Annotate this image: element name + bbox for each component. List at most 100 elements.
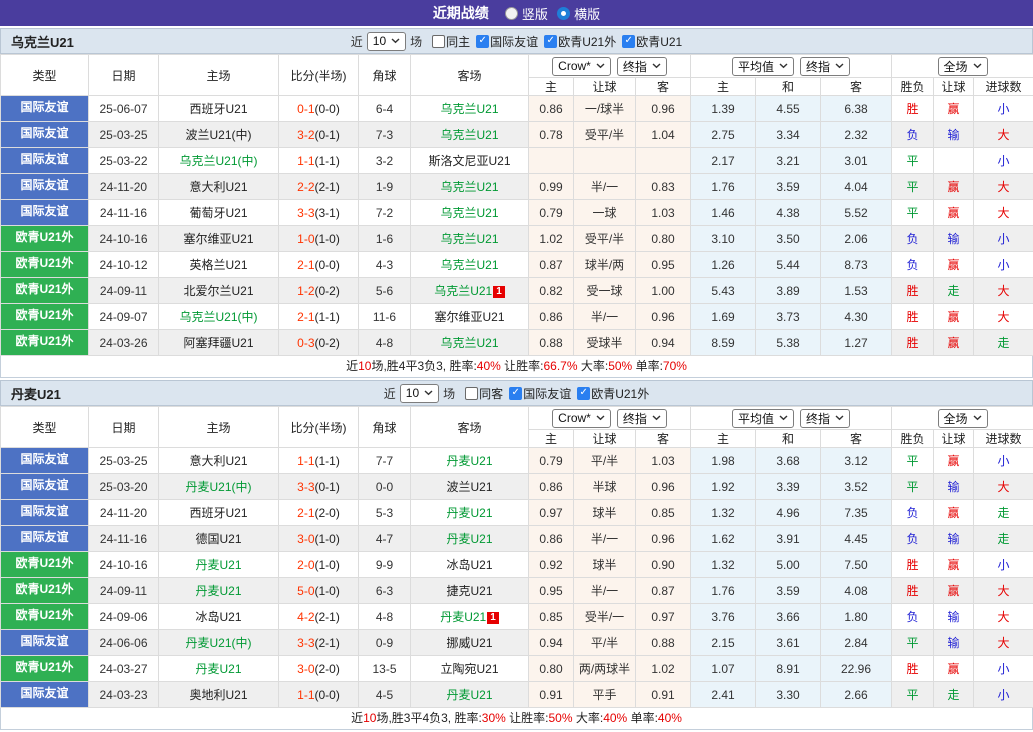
match-count-select[interactable]: 10 — [399, 383, 440, 403]
filter-checkbox[interactable]: 欧青U21外 — [577, 385, 649, 402]
away-team-link[interactable]: 丹麦U21 — [446, 688, 492, 702]
away-team-link[interactable]: 乌克兰U21 — [434, 284, 492, 298]
match-row: 欧青U21外 24-03-27 丹麦U21 3-0(2-0) 13-5 立陶宛U… — [0, 655, 1033, 682]
away-team-link[interactable]: 塞尔维亚U21 — [434, 310, 504, 324]
filter-checkbox[interactable]: 国际友谊 — [509, 385, 571, 402]
away-team-link[interactable]: 乌克兰U21 — [440, 232, 498, 246]
home-team-link[interactable]: 奥地利U21 — [189, 688, 247, 702]
home-team-link[interactable]: 意大利U21 — [189, 454, 247, 468]
bookmaker-select[interactable]: Crow* — [552, 56, 611, 76]
score-cell: 3-0(1-0) — [278, 525, 359, 552]
home-team-link[interactable]: 丹麦U21 — [195, 558, 241, 572]
filter-checkbox[interactable]: 国际友谊 — [476, 33, 538, 50]
odds-home: 0.97 — [528, 499, 574, 526]
home-team-link[interactable]: 阿塞拜疆U21 — [183, 336, 253, 350]
average-select[interactable]: 平均值 — [731, 408, 794, 428]
filter-checkbox[interactable]: 同客 — [465, 385, 503, 402]
home-team-link[interactable]: 英格兰U21 — [189, 258, 247, 272]
summary-segment: 大率: — [572, 711, 604, 725]
match-row: 国际友谊 24-11-20 西班牙U21 2-1(2-0) 5-3 丹麦U21 … — [0, 499, 1033, 526]
home-team-link[interactable]: 德国U21 — [195, 532, 241, 546]
match-type-badge: 欧青U21外 — [1, 656, 88, 681]
match-date: 24-11-20 — [88, 173, 159, 200]
subcol-result-goals: 进球数 — [973, 429, 1033, 448]
match-type-cell: 国际友谊 — [0, 499, 89, 526]
home-team-link[interactable]: 丹麦U21 — [195, 662, 241, 676]
full-score: 3-2 — [297, 127, 315, 142]
away-team-link[interactable]: 冰岛U21 — [446, 558, 492, 572]
final-index-select[interactable]: 终指 — [616, 408, 667, 428]
home-team-cell: 乌克兰U21(中) — [158, 303, 279, 330]
away-team-link[interactable]: 乌克兰U21 — [440, 336, 498, 350]
result-outcome: 负 — [891, 603, 935, 630]
summary-segment: 单率: — [632, 359, 663, 373]
home-team-link[interactable]: 波兰U21(中) — [185, 128, 251, 142]
away-team-link[interactable]: 乌克兰U21 — [440, 180, 498, 194]
avg-home: 1.46 — [690, 199, 756, 226]
home-team-cell: 冰岛U21 — [158, 603, 279, 630]
result-handicap: 走 — [933, 681, 975, 708]
odds-away: 0.96 — [635, 95, 691, 122]
result-outcome: 平 — [891, 629, 935, 656]
checkbox-icon — [544, 34, 558, 48]
filter-checkbox[interactable]: 同主 — [432, 33, 470, 50]
summary-segment: 30% — [481, 711, 506, 725]
near-label: 近 — [350, 34, 363, 49]
home-team-link[interactable]: 塞尔维亚U21 — [183, 232, 253, 246]
average-select[interactable]: 平均值 — [731, 56, 794, 76]
score-cell: 1-2(0-2) — [278, 277, 359, 304]
away-team-link[interactable]: 波兰U21 — [446, 480, 492, 494]
avg-draw: 3.39 — [755, 473, 821, 500]
dropdown-value: 终指 — [806, 411, 831, 426]
odds-handicap: 受平/半 — [573, 225, 636, 252]
home-team-link[interactable]: 冰岛U21 — [195, 610, 241, 624]
match-row: 欧青U21外 24-09-07 乌克兰U21(中) 2-1(1-1) 11-6 … — [0, 303, 1033, 330]
bookmaker-select[interactable]: Crow* — [552, 408, 611, 428]
odds-away: 0.95 — [635, 251, 691, 278]
dropdown-value: 终指 — [806, 59, 831, 74]
away-team-link[interactable]: 斯洛文尼亚U21 — [428, 154, 510, 168]
match-row: 国际友谊 25-03-22 乌克兰U21(中) 1-1(1-1) 3-2 斯洛文… — [0, 147, 1033, 174]
home-team-link[interactable]: 北爱尔兰U21 — [183, 284, 253, 298]
home-team-link[interactable]: 乌克兰U21(中) — [179, 310, 257, 324]
away-team-link[interactable]: 丹麦U21 — [446, 454, 492, 468]
filter-checkbox[interactable]: 欧青U21外 — [544, 33, 616, 50]
away-team-link[interactable]: 立陶宛U21 — [440, 662, 498, 676]
home-team-link[interactable]: 意大利U21 — [189, 180, 247, 194]
avg-away: 6.38 — [819, 95, 893, 122]
away-team-link[interactable]: 挪威U21 — [446, 636, 492, 650]
home-team-link[interactable]: 丹麦U21(中) — [185, 636, 251, 650]
view-mode-radio[interactable]: 竖版 — [504, 4, 548, 23]
away-team-link[interactable]: 丹麦U21 — [446, 506, 492, 520]
away-team-link[interactable]: 丹麦U21 — [446, 532, 492, 546]
home-team-link[interactable]: 乌克兰U21(中) — [179, 154, 257, 168]
scope-select[interactable]: 全场 — [937, 408, 988, 428]
away-team-link[interactable]: 捷克U21 — [446, 584, 492, 598]
home-team-link[interactable]: 丹麦U21 — [195, 584, 241, 598]
view-mode-radio[interactable]: 横版 — [557, 4, 600, 23]
match-row: 欧青U21外 24-10-16 丹麦U21 2-0(1-0) 9-9 冰岛U21… — [0, 551, 1033, 578]
away-team-link[interactable]: 丹麦U21 — [440, 610, 486, 624]
away-team-cell: 波兰U21 — [410, 473, 529, 500]
match-date: 24-09-06 — [88, 603, 159, 630]
final-index-select[interactable]: 终指 — [616, 56, 667, 76]
away-team-link[interactable]: 乌克兰U21 — [440, 206, 498, 220]
match-count-select[interactable]: 10 — [366, 31, 407, 51]
home-team-link[interactable]: 葡萄牙U21 — [189, 206, 247, 220]
avg-draw: 3.30 — [755, 681, 821, 708]
home-team-link[interactable]: 西班牙U21 — [189, 102, 247, 116]
final-index-select[interactable]: 终指 — [800, 408, 851, 428]
avg-away: 4.04 — [819, 173, 893, 200]
home-team-link[interactable]: 丹麦U21(中) — [185, 480, 251, 494]
avg-away: 2.06 — [819, 225, 893, 252]
final-index-select[interactable]: 终指 — [800, 56, 851, 76]
match-type-cell: 国际友谊 — [0, 173, 89, 200]
full-score: 1-1 — [297, 687, 315, 702]
filter-checkbox[interactable]: 欧青U21 — [622, 33, 682, 50]
away-team-link[interactable]: 乌克兰U21 — [440, 128, 498, 142]
scope-select[interactable]: 全场 — [937, 56, 988, 76]
away-team-link[interactable]: 乌克兰U21 — [440, 258, 498, 272]
result-handicap — [933, 147, 975, 174]
away-team-link[interactable]: 乌克兰U21 — [440, 102, 498, 116]
home-team-link[interactable]: 西班牙U21 — [189, 506, 247, 520]
